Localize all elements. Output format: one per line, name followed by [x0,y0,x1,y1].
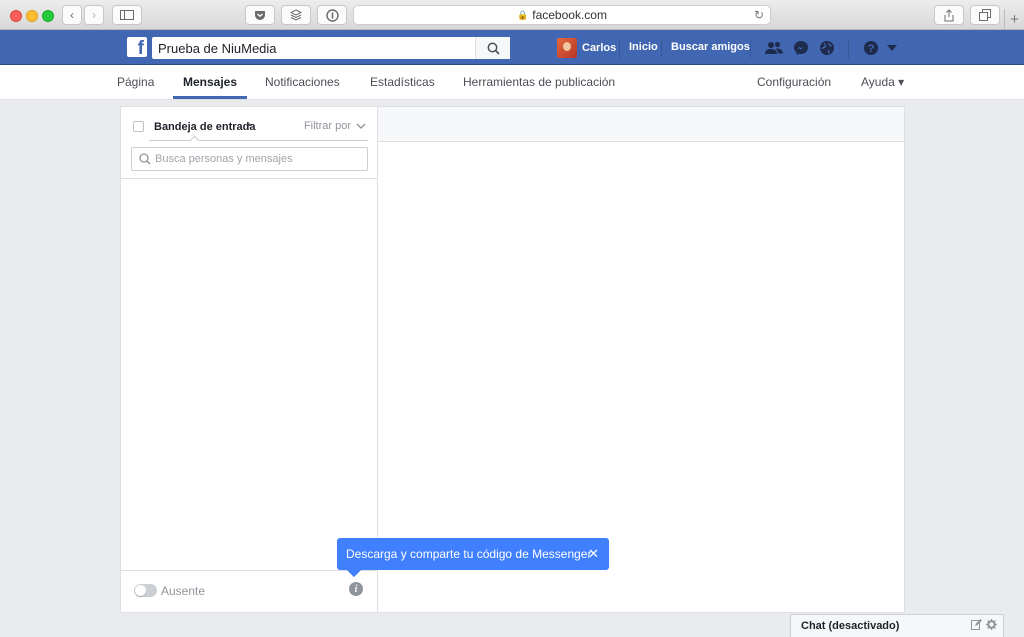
chevron-down-icon [356,123,366,129]
chat-sidebar-tab[interactable]: Chat (desactivado) [790,614,1004,637]
svg-text:?: ? [868,43,875,55]
settings-link[interactable]: Configuración [757,65,831,100]
sidebar-icon [120,10,134,20]
select-all-checkbox[interactable] [133,121,144,132]
password-manager-button[interactable] [317,5,347,25]
reload-icon[interactable]: ↻ [754,8,764,22]
help-dropdown[interactable]: Ayuda ▾ [861,65,904,100]
caret-down-icon [887,45,897,51]
logo-letter: f [137,38,144,57]
chat-actions [971,619,997,630]
friends-icon [765,41,783,54]
inbox-header-divider [149,140,368,141]
header-divider [848,40,849,58]
home-link[interactable]: Inicio [629,40,658,54]
tab-herramientas[interactable]: Herramientas de publicación [463,65,615,100]
facebook-logo[interactable]: f [127,37,147,57]
close-icon[interactable]: ✕ [588,546,599,562]
facebook-header: f Carlos Inicio Buscar amigos ? [0,30,1024,65]
zoom-window-button[interactable] [42,10,54,22]
conversation-list-column: Bandeja de entrada • Filtrar por Ausente… [121,107,378,612]
share-icon [944,8,954,21]
share-button[interactable] [934,5,964,25]
messenger-icon [794,41,808,55]
inbox-header-notch [189,135,200,146]
search-icon [487,42,500,55]
search-icon [139,153,151,165]
message-search-input[interactable] [155,153,360,165]
header-divider [661,40,662,58]
inbox-footer: Ausente i [121,570,377,612]
away-label: Ausente [161,584,206,598]
tooltip-text: Descarga y comparte tu código de Messeng… [346,547,592,561]
away-toggle[interactable] [134,584,157,597]
browser-toolbar: ‹ › 🔒 facebook.com ↻ + [0,0,1024,30]
search-divider [121,178,377,179]
compose-icon[interactable] [971,619,982,630]
address-bar[interactable]: 🔒 facebook.com ↻ [353,5,771,25]
message-search [131,147,368,171]
tab-pagina[interactable]: Página [117,65,154,100]
close-window-button[interactable] [10,10,22,22]
facebook-search [152,37,510,59]
filter-label: Filtrar por [303,120,351,132]
search-button[interactable] [475,37,510,59]
pocket-icon [255,10,265,20]
plus-icon: + [1010,11,1019,28]
tab-notificaciones[interactable]: Notificaciones [265,65,340,100]
onepassword-icon [325,8,339,22]
lock-icon: 🔒 [517,9,529,20]
buffer-button[interactable] [281,5,311,25]
tabs-icon [979,9,991,21]
pocket-button[interactable] [245,5,275,25]
chat-label: Chat (desactivado) [801,620,900,632]
globe-icon [820,41,834,55]
new-tab-button[interactable]: + [1004,9,1024,30]
layers-icon [290,9,302,21]
info-icon[interactable]: i [349,582,363,596]
find-friends-link[interactable]: Buscar amigos [671,40,750,54]
page-nav: Página Mensajes Notificaciones Estadísti… [0,65,1024,100]
inbox-folder-dropdown[interactable]: Bandeja de entrada [154,121,255,133]
friend-requests-button[interactable] [764,40,784,56]
account-menu-button[interactable] [884,40,900,56]
chevron-left-icon: ‹ [70,8,74,22]
filter-dropdown[interactable]: Filtrar por [304,120,366,132]
user-name: Carlos [582,42,617,54]
profile-link[interactable]: Carlos [557,37,616,59]
tabs-overview-button[interactable] [970,5,1000,25]
help-icon: ? [864,41,878,55]
quick-help-button[interactable]: ? [863,40,879,56]
forward-button[interactable]: › [84,5,104,25]
header-divider [619,40,620,58]
tab-mensajes[interactable]: Mensajes [173,65,248,99]
chevron-right-icon: › [92,8,96,22]
back-button[interactable]: ‹ [62,5,82,25]
avatar [557,38,577,58]
tab-estadisticas[interactable]: Estadísticas [370,65,435,100]
messenger-button[interactable] [793,40,809,56]
search-input[interactable] [152,40,472,56]
conversation-header [378,107,904,142]
gear-icon[interactable] [986,619,997,630]
inbox-header: Bandeja de entrada • Filtrar por [121,107,378,146]
messenger-code-tooltip[interactable]: Descarga y comparte tu código de Messeng… [337,538,609,578]
header-divider [750,40,751,58]
folder-dropdown-dot: • [248,120,252,130]
notifications-button[interactable] [819,40,835,56]
sidebar-toggle-button[interactable] [112,5,142,25]
minimize-window-button[interactable] [26,10,38,22]
inbox-panel: Bandeja de entrada • Filtrar por Ausente… [120,106,905,613]
url-text: facebook.com [532,8,607,22]
